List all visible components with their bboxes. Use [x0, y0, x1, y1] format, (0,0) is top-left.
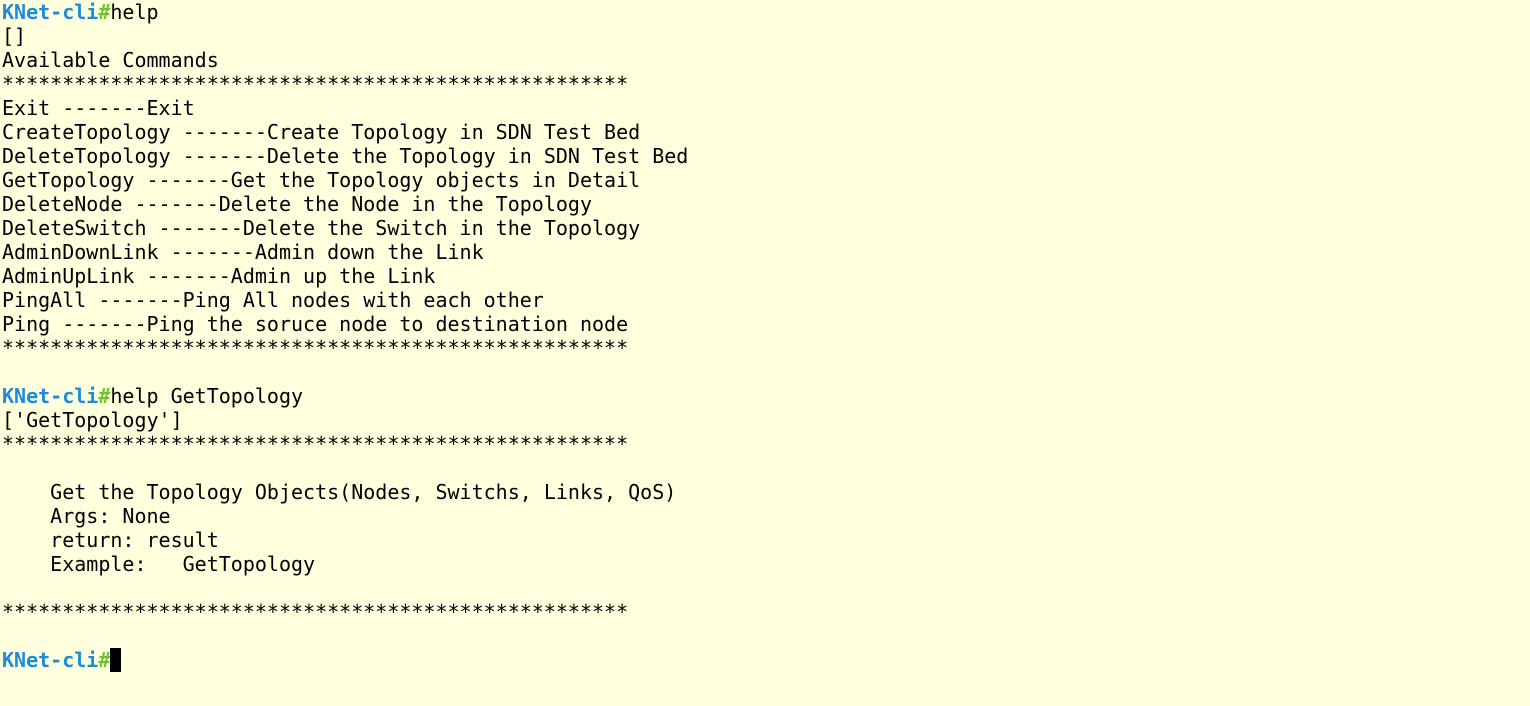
- output-line: CreateTopology -------Create Topology in…: [2, 120, 641, 144]
- command-text: help: [110, 0, 159, 24]
- output-line: AdminUpLink -------Admin up the Link: [2, 264, 436, 288]
- prompt-symbol: #: [98, 648, 111, 672]
- prompt-name: KNet-cli: [2, 648, 99, 672]
- terminal-window[interactable]: KNet-cli#help[] Available Commands *******…: [0, 0, 1530, 706]
- output-line: Ping -------Ping the soruce node to dest…: [2, 312, 629, 336]
- output-line: Exit -------Exit: [2, 96, 195, 120]
- text-cursor: [110, 648, 122, 672]
- terminal-output: KNet-cli#help[] Available Commands *******…: [0, 0, 1530, 648]
- command-text: help GetTopology: [110, 384, 304, 408]
- output-line: ****************************************…: [2, 72, 629, 96]
- prompt-name: KNet-cli: [2, 384, 99, 408]
- output-line: DeleteSwitch -------Delete the Switch in…: [2, 216, 641, 240]
- output-line: []: [2, 24, 27, 48]
- output-line: ['GetTopology']: [2, 408, 183, 432]
- output-line: DeleteTopology -------Delete the Topolog…: [2, 144, 689, 168]
- output-line: GetTopology -------Get the Topology obje…: [2, 168, 641, 192]
- command-line: KNet-cli#help GetTopology: [0, 384, 1530, 408]
- prompt-symbol: #: [98, 384, 111, 408]
- output-line: Available Commands: [2, 48, 219, 72]
- output-line: ****************************************…: [2, 600, 629, 624]
- output-line: ****************************************…: [2, 336, 629, 360]
- output-line: AdminDownLink -------Admin down the Link: [2, 240, 484, 264]
- output-line: Args: None: [2, 504, 171, 528]
- output-line: Get the Topology Objects(Nodes, Switchs,…: [2, 480, 677, 504]
- output-line: ****************************************…: [2, 432, 629, 456]
- command-line: KNet-cli#help: [0, 0, 1530, 24]
- prompt-name: KNet-cli: [2, 0, 99, 24]
- output-line: Example: GetTopology: [2, 552, 316, 576]
- active-prompt-line[interactable]: KNet-cli#: [0, 648, 1530, 672]
- output-line: PingAll -------Ping All nodes with each …: [2, 288, 544, 312]
- output-line: return: result: [2, 528, 219, 552]
- output-line: DeleteNode -------Delete the Node in the…: [2, 192, 593, 216]
- prompt-symbol: #: [98, 0, 111, 24]
